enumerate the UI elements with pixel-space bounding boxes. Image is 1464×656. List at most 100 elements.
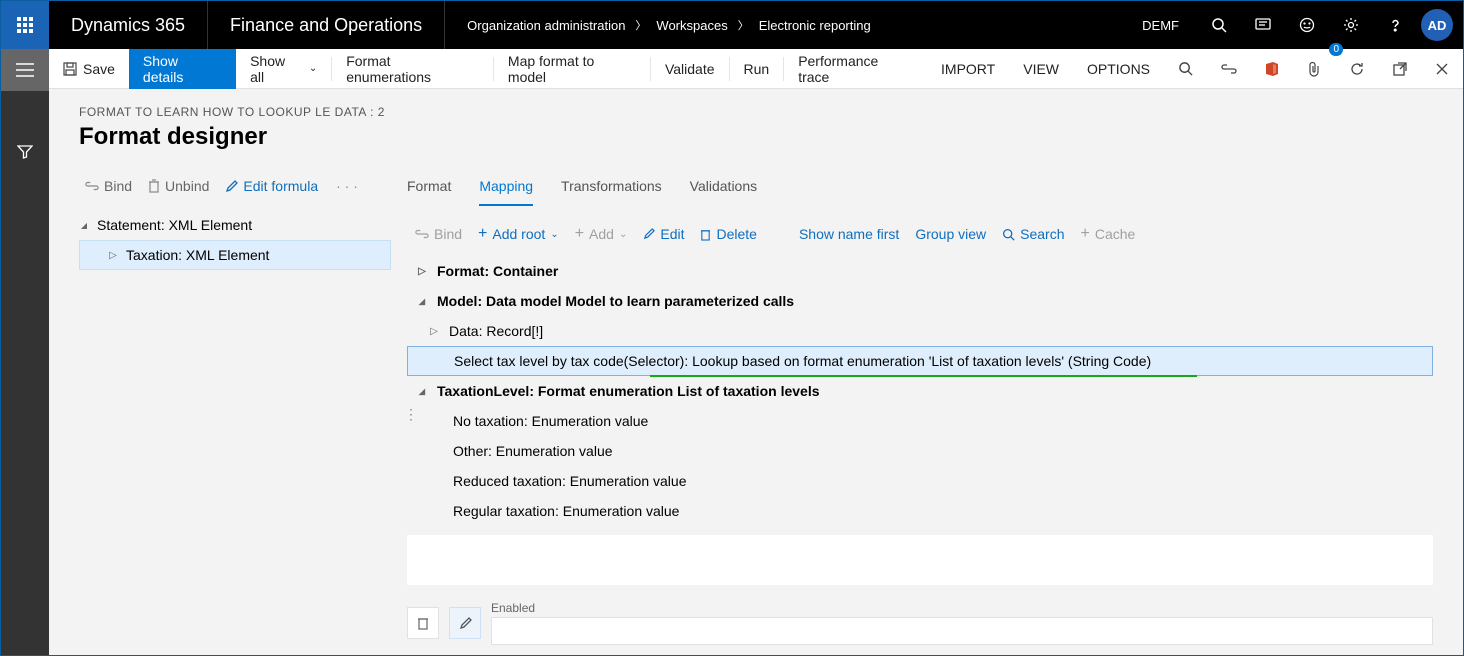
chevron-down-icon: ⌄: [309, 63, 317, 74]
tab-validations[interactable]: Validations: [690, 174, 757, 206]
breadcrumb-item[interactable]: Organization administration: [467, 18, 625, 33]
company-label[interactable]: DEMF: [1142, 18, 1179, 33]
search-button[interactable]: Search: [1002, 226, 1064, 242]
tree-node-format-container[interactable]: Format: Container: [407, 256, 1433, 286]
help-icon[interactable]: [1373, 1, 1417, 49]
collapse-icon[interactable]: [79, 220, 89, 231]
badge-count: 0: [1329, 43, 1343, 56]
show-details-button[interactable]: Show details: [129, 49, 236, 89]
tree-node-other[interactable]: Other: Enumeration value: [407, 436, 1433, 466]
left-toolbar: Bind Unbind Edit formula · · ·: [49, 168, 397, 204]
breadcrumb-item[interactable]: Electronic reporting: [759, 18, 871, 33]
options-button[interactable]: OPTIONS: [1073, 49, 1164, 89]
expand-icon[interactable]: [417, 266, 427, 277]
refresh-button[interactable]: [1335, 49, 1379, 89]
tab-mapping[interactable]: Mapping: [479, 174, 533, 206]
page-title: Format designer: [79, 123, 1433, 151]
save-button[interactable]: Save: [49, 49, 129, 89]
link-icon[interactable]: [1207, 49, 1251, 89]
tab-transformations[interactable]: Transformations: [561, 174, 662, 206]
left-tree: Statement: XML Element Taxation: XML Ele…: [49, 204, 397, 276]
plus-icon: +: [478, 228, 487, 240]
link-icon: [415, 229, 429, 239]
page-header: FORMAT TO LEARN HOW TO LOOKUP LE DATA : …: [49, 89, 1463, 151]
page-breadcrumb: FORMAT TO LEARN HOW TO LOOKUP LE DATA : …: [79, 105, 1433, 119]
view-button[interactable]: VIEW: [1009, 49, 1073, 89]
expand-icon[interactable]: [108, 250, 118, 261]
left-format-tree-pane: Bind Unbind Edit formula · · · Statement…: [49, 158, 407, 655]
brand-label: Dynamics 365: [49, 15, 207, 36]
delete-button[interactable]: Delete: [700, 226, 756, 242]
tree-node-data-record[interactable]: Data: Record[!]: [407, 316, 1433, 346]
chevron-down-icon: ⌄: [619, 229, 627, 240]
collapse-icon[interactable]: [417, 386, 427, 397]
edit-button[interactable]: Edit: [643, 226, 684, 242]
search-icon[interactable]: [1197, 1, 1241, 49]
tree-node-taxation-level[interactable]: TaxationLevel: Format enumeration List o…: [407, 376, 1433, 406]
smile-icon[interactable]: [1285, 1, 1329, 49]
tree-node-model[interactable]: Model: Data model Model to learn paramet…: [407, 286, 1433, 316]
enabled-input[interactable]: [491, 617, 1433, 645]
tree-node-statement[interactable]: Statement: XML Element: [79, 210, 391, 240]
pencil-icon: [643, 228, 655, 240]
cache-button: +Cache: [1081, 226, 1136, 242]
enabled-label: Enabled: [491, 601, 1433, 615]
search-icon: [1002, 228, 1015, 241]
add-root-button[interactable]: +Add root⌄: [478, 226, 559, 242]
edit-formula-button[interactable]: Edit formula: [219, 174, 324, 198]
paperclip-icon: [1307, 61, 1321, 77]
bottom-row: Enabled: [407, 601, 1433, 645]
tree-node-regular-taxation[interactable]: Regular taxation: Enumeration value: [407, 496, 1433, 526]
close-button[interactable]: [1421, 49, 1463, 89]
add-button: +Add⌄: [575, 226, 628, 242]
tab-strip: Format Mapping Transformations Validatio…: [407, 168, 1433, 212]
top-bar: Dynamics 365 Finance and Operations Orga…: [1, 1, 1463, 49]
show-name-first-button[interactable]: Show name first: [799, 226, 899, 242]
command-bar: Save Show details Show all⌄ Format enume…: [49, 49, 1463, 89]
show-all-button[interactable]: Show all⌄: [236, 49, 331, 89]
expand-icon[interactable]: [429, 326, 439, 337]
import-button[interactable]: IMPORT: [927, 49, 1009, 89]
popout-button[interactable]: [1379, 49, 1421, 89]
breadcrumbs: Organization administration 〉 Workspaces…: [445, 17, 871, 33]
message-icon[interactable]: [1241, 1, 1285, 49]
group-view-button[interactable]: Group view: [915, 226, 986, 242]
collapse-icon[interactable]: [417, 296, 427, 307]
trash-icon: [148, 179, 160, 193]
tree-node-no-taxation[interactable]: No taxation: Enumeration value: [407, 406, 1433, 436]
app-launcher-button[interactable]: [1, 1, 49, 49]
attachments-button[interactable]: 0: [1293, 49, 1335, 89]
waffle-icon: [17, 17, 33, 33]
validate-button[interactable]: Validate: [651, 49, 729, 89]
pencil-icon: [225, 180, 238, 193]
office-icon[interactable]: [1251, 49, 1293, 89]
mapping-tree: Format: Container Model: Data model Mode…: [407, 250, 1433, 526]
more-button[interactable]: · · ·: [328, 174, 366, 198]
filter-icon[interactable]: [1, 131, 49, 173]
format-enumerations-button[interactable]: Format enumerations: [332, 49, 493, 89]
run-button[interactable]: Run: [730, 49, 784, 89]
user-avatar[interactable]: AD: [1421, 9, 1453, 41]
map-format-button[interactable]: Map format to model: [494, 49, 650, 89]
tab-format[interactable]: Format: [407, 174, 451, 206]
splitter-handle[interactable]: ⋮: [404, 406, 420, 423]
tree-node-taxation[interactable]: Taxation: XML Element: [79, 240, 391, 270]
trash-icon: [417, 616, 429, 630]
gear-icon[interactable]: [1329, 1, 1373, 49]
pencil-icon: [459, 617, 472, 630]
delete-enabled-button[interactable]: [407, 607, 439, 639]
trash-icon: [700, 228, 711, 241]
plus-icon: +: [575, 228, 584, 240]
breadcrumb-item[interactable]: Workspaces: [656, 18, 727, 33]
tree-node-selector[interactable]: Select tax level by tax code(Selector): …: [407, 346, 1433, 376]
right-toolbar: Bind +Add root⌄ +Add⌄ Edit Delete Show n…: [407, 212, 1433, 250]
nav-menu-button[interactable]: [1, 49, 49, 91]
tree-node-reduced-taxation[interactable]: Reduced taxation: Enumeration value: [407, 466, 1433, 496]
edit-enabled-button[interactable]: [449, 607, 481, 639]
cmd-search-button[interactable]: [1164, 49, 1207, 89]
bind-button[interactable]: Bind: [79, 174, 138, 198]
link-icon: [85, 181, 99, 191]
perf-trace-button[interactable]: Performance trace: [784, 49, 927, 89]
unbind-button[interactable]: Unbind: [142, 174, 215, 198]
left-rail: [1, 49, 49, 655]
